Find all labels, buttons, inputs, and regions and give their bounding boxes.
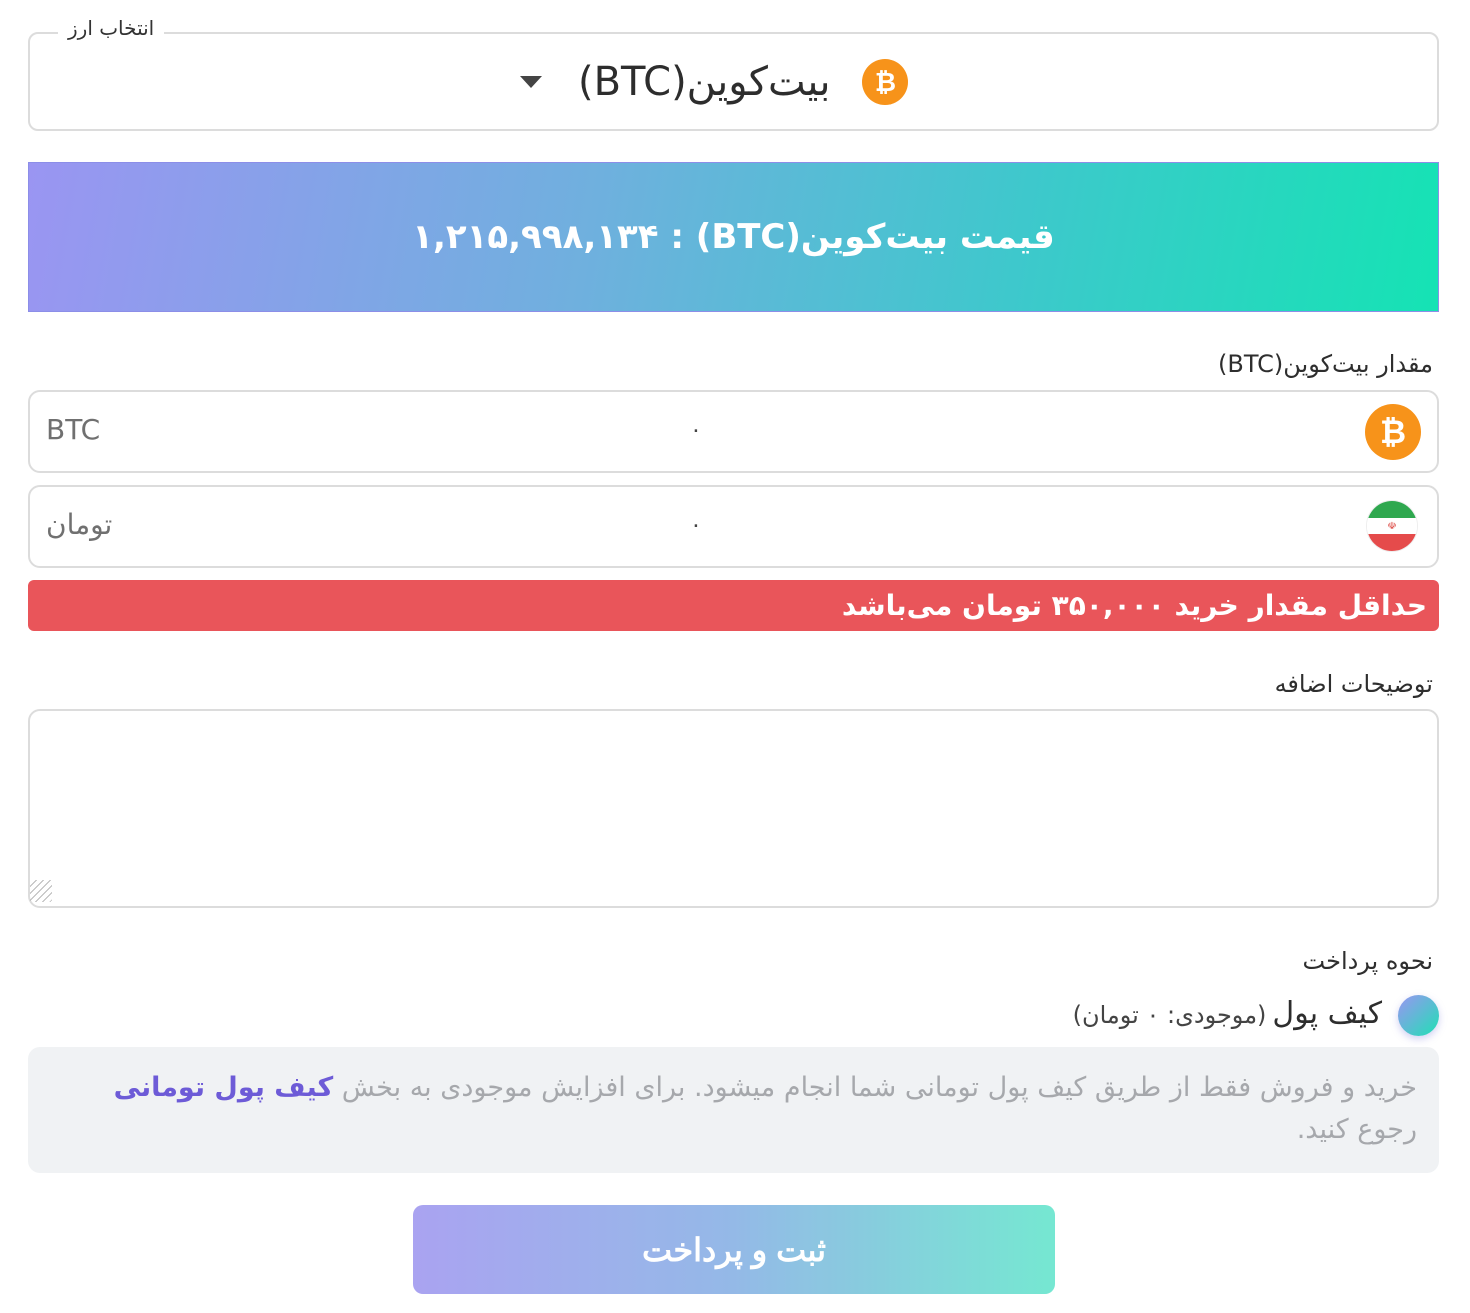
btc-amount-value[interactable]: ۰ (690, 418, 702, 443)
bitcoin-icon: ₿ (862, 59, 909, 105)
notes-label: توضیحات اضافه (1274, 670, 1433, 698)
wallet-radio[interactable] (1398, 995, 1439, 1036)
toman-amount-input[interactable] (28, 485, 1439, 568)
bitcoin-icon: ₿ (1365, 404, 1421, 460)
selected-currency-label: بیت‌کوین(BTC) (578, 59, 831, 105)
iran-flag-icon: ☫ (1366, 500, 1418, 552)
price-banner: قیمت بیت‌کوین(BTC) : ۱,۲۱۵,۹۹۸,۱۳۴ (28, 162, 1439, 312)
toman-unit-label: تومان (46, 508, 113, 541)
currency-select-legend: انتخاب ارز (58, 16, 165, 40)
toman-amount-value[interactable]: ۰ (690, 513, 702, 538)
price-banner-text: قیمت بیت‌کوین(BTC) : ۱,۲۱۵,۹۹۸,۱۳۴ (412, 217, 1055, 257)
amount-label: مقدار بیت‌کوین(BTC) (1218, 350, 1433, 378)
btc-amount-input[interactable] (28, 390, 1439, 473)
wallet-option-label[interactable]: کیف پول (موجودی: ۰ تومان) (1073, 996, 1382, 1031)
btc-unit-label: BTC (46, 413, 101, 446)
resize-handle-icon[interactable] (30, 880, 52, 902)
wallet-balance-text: (موجودی: ۰ تومان) (1072, 1001, 1267, 1029)
toman-wallet-link[interactable]: کیف پول تومانی (114, 1072, 334, 1103)
chevron-down-icon[interactable] (520, 76, 542, 88)
payment-method-label: نحوه پرداخت (1302, 947, 1433, 975)
wallet-info-text-end: رجوع کنید. (1296, 1114, 1417, 1145)
wallet-info-text: خرید و فروش فقط از طریق کیف پول تومانی ش… (333, 1072, 1417, 1103)
submit-payment-button[interactable]: ثبت و پرداخت (413, 1205, 1055, 1294)
wallet-option-text: کیف پول (1272, 996, 1382, 1031)
notes-textarea[interactable] (28, 709, 1439, 908)
wallet-info-box: خرید و فروش فقط از طریق کیف پول تومانی ش… (28, 1047, 1439, 1173)
currency-select-value[interactable]: بیت‌کوین(BTC) ₿ (520, 52, 909, 112)
error-text: حداقل مقدار خرید ۳۵۰,۰۰۰ تومان می‌باشد (841, 589, 1427, 622)
min-purchase-error: حداقل مقدار خرید ۳۵۰,۰۰۰ تومان می‌باشد (28, 580, 1439, 631)
